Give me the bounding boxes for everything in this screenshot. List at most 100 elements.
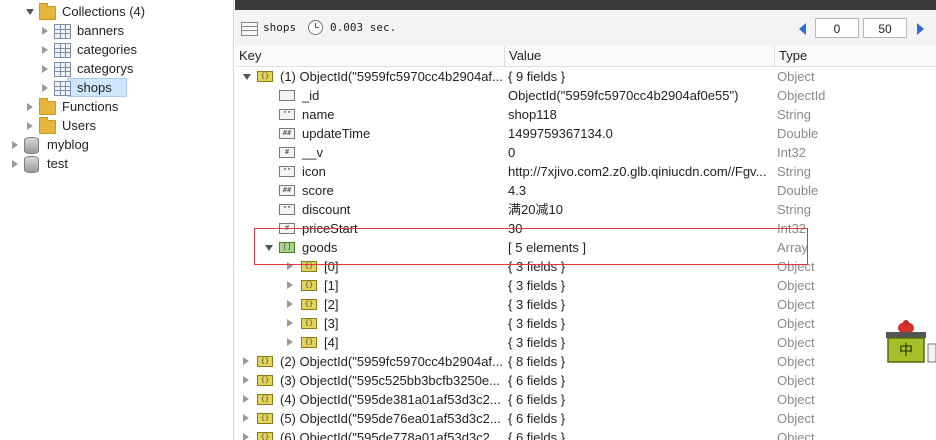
tree-item-label: Functions xyxy=(62,99,119,114)
tree-item-label: myblog xyxy=(47,137,89,152)
value-cell: ObjectId("5959fc5970cc4b2904af0e55") xyxy=(508,88,739,103)
table-row[interactable]: _id ObjectId("5959fc5970cc4b2904af0e55") O… xyxy=(235,86,936,105)
table-row[interactable]: {} (5) ObjectId("595de76ea01af53d3c2... { … xyxy=(235,409,936,428)
tree-item[interactable]: test xyxy=(0,154,233,173)
collapsed-arrow-icon[interactable] xyxy=(12,141,18,149)
tree-item[interactable]: banners xyxy=(0,21,233,40)
ime-label: 中 xyxy=(899,343,913,359)
key-cell: "" icon xyxy=(235,162,505,181)
collapsed-arrow-icon[interactable] xyxy=(42,27,48,35)
tree-item[interactable]: Collections (4) xyxy=(0,2,233,21)
key-label: updateTime xyxy=(302,126,371,141)
string-icon: "" xyxy=(279,109,295,120)
object-icon: {} xyxy=(257,413,273,424)
object-icon: {} xyxy=(257,356,273,367)
table-row[interactable]: "" discount 满20减10 String xyxy=(235,200,936,219)
database-icon xyxy=(24,156,39,173)
key-label: icon xyxy=(302,164,326,179)
collapsed-arrow-icon[interactable] xyxy=(243,357,249,365)
table-row[interactable]: {} (6) ObjectId("595de778a01af53d3c2... { … xyxy=(235,428,936,440)
tree-item[interactable]: Users xyxy=(0,116,233,135)
key-label: (2) ObjectId("5959fc5970cc4b2904af... xyxy=(280,354,503,369)
value-cell: shop118 xyxy=(508,107,557,122)
object-icon: {} xyxy=(301,318,317,329)
key-label: [4] xyxy=(324,335,339,350)
tree-item-label: Users xyxy=(62,118,96,133)
int-icon: # xyxy=(279,147,295,158)
table-row[interactable]: {} [3]{ 3 fields } Object xyxy=(235,314,936,333)
table-row[interactable]: ## score 4.3 Double xyxy=(235,181,936,200)
type-cell: Object xyxy=(777,430,815,440)
collapsed-arrow-icon[interactable] xyxy=(243,395,249,403)
column-header-value[interactable]: Value xyxy=(505,46,775,66)
collection-name: shops xyxy=(263,21,297,34)
table-row[interactable]: {} [4]{ 3 fields } Object xyxy=(235,333,936,352)
table-row[interactable]: {} [1] { 3 fields } Object xyxy=(235,276,936,295)
collapsed-arrow-icon[interactable] xyxy=(42,46,48,54)
folder-icon xyxy=(39,98,56,115)
column-header-type[interactable]: Type xyxy=(775,46,936,66)
tree-item-label: Collections (4) xyxy=(62,4,146,19)
collapsed-arrow-icon[interactable] xyxy=(287,338,293,346)
collapsed-arrow-icon[interactable] xyxy=(27,122,33,130)
next-page-button[interactable] xyxy=(917,23,924,35)
query-editor-strip xyxy=(235,0,936,10)
collapsed-arrow-icon[interactable] xyxy=(287,281,293,289)
table-row[interactable]: "" icon http://7xjivo.com2.z0.glb.qiniucdn… xyxy=(235,162,936,181)
value-cell: { 6 fields } xyxy=(508,411,566,426)
value-cell: 4.3 xyxy=(508,183,527,198)
tree-item[interactable]: shops xyxy=(0,78,233,97)
value-cell: { 9 fields } xyxy=(508,69,566,84)
tree-item[interactable]: categorys xyxy=(0,59,233,78)
collapsed-arrow-icon[interactable] xyxy=(42,84,48,92)
tree-item-label: shops xyxy=(77,80,112,95)
key-label: [3] xyxy=(324,316,339,331)
type-cell: Object xyxy=(777,69,815,84)
collapsed-arrow-icon[interactable] xyxy=(287,319,293,327)
column-header-key[interactable]: Key xyxy=(235,46,505,66)
folder-icon xyxy=(39,117,56,134)
collapsed-arrow-icon[interactable] xyxy=(243,414,249,422)
type-cell: String xyxy=(777,202,811,217)
value-cell: 0 xyxy=(508,145,516,160)
prev-page-button[interactable] xyxy=(799,23,806,35)
collapsed-arrow-icon[interactable] xyxy=(12,160,18,168)
collapsed-arrow-icon[interactable] xyxy=(27,103,33,111)
table-row[interactable]: "" name shop118 String xyxy=(235,105,936,124)
collapsed-arrow-icon[interactable] xyxy=(287,300,293,308)
collapsed-arrow-icon[interactable] xyxy=(42,65,48,73)
key-cell: {} [1] xyxy=(235,276,505,295)
table-row[interactable]: {} (2) ObjectId("5959fc5970cc4b2904af...{… xyxy=(235,352,936,371)
value-cell: { 3 fields } xyxy=(508,335,566,350)
object-icon: {} xyxy=(257,394,273,405)
table-row[interactable]: {} [2] { 3 fields } Object xyxy=(235,295,936,314)
collection-icon xyxy=(54,43,71,58)
key-cell: {} (3) ObjectId("595c525bb3bcfb3250e... xyxy=(235,371,505,390)
type-cell: Object xyxy=(777,297,815,312)
table-row[interactable]: {} (4) ObjectId("595de381a01af53d3c2... { … xyxy=(235,390,936,409)
tree-item-label: categorys xyxy=(77,61,134,76)
object-icon: {} xyxy=(257,375,273,386)
table-row[interactable]: # __v 0 Int32 xyxy=(235,143,936,162)
collection-tree[interactable]: Collections (4) banners categories category… xyxy=(0,0,234,440)
skip-input[interactable]: 0 xyxy=(815,18,859,38)
table-row[interactable]: {} (3) ObjectId("595c525bb3bcfb3250e... { … xyxy=(235,371,936,390)
tree-item[interactable]: Functions xyxy=(0,97,233,116)
tree-item[interactable]: myblog xyxy=(0,135,233,154)
limit-input[interactable]: 50 xyxy=(863,18,907,38)
key-label: name xyxy=(302,107,335,122)
collapsed-arrow-icon[interactable] xyxy=(243,376,249,384)
tree-item[interactable]: categories xyxy=(0,40,233,59)
key-cell: _id xyxy=(235,86,505,105)
table-row[interactable]: ## updateTime 1499759367134.0 Double xyxy=(235,124,936,143)
expanded-arrow-icon[interactable] xyxy=(26,9,34,15)
type-cell: Object xyxy=(777,373,815,388)
expanded-arrow-icon[interactable] xyxy=(243,74,251,80)
type-cell: Object xyxy=(777,278,815,293)
number-icon: ## xyxy=(279,185,295,196)
collapsed-arrow-icon[interactable] xyxy=(243,433,249,440)
number-icon: ## xyxy=(279,128,295,139)
key-cell: "" discount xyxy=(235,200,505,219)
table-row[interactable]: {} (1) ObjectId("5959fc5970cc4b2904af...{… xyxy=(235,67,936,86)
object-icon: {} xyxy=(301,299,317,310)
